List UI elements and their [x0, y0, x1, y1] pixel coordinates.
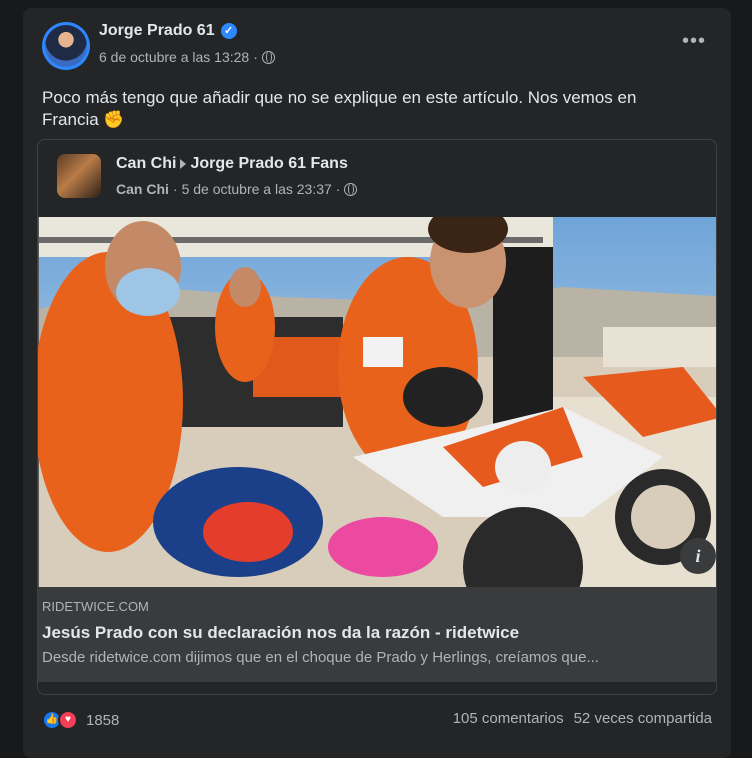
shared-meta: Can Chi · 5 de octubre a las 23:37 · [116, 181, 358, 197]
post-header: Jorge Prado 61 ✓ 6 de octubre a las 13:2… [42, 20, 712, 70]
post-text: Poco más tengo que añadir que no se expl… [42, 88, 637, 129]
shared-post[interactable]: Can Chi Jorge Prado 61 Fans Can Chi · 5 … [37, 139, 717, 695]
love-reaction-icon: ♥ [58, 710, 78, 730]
shares-count[interactable]: 52 veces compartida [574, 710, 712, 727]
shared-meta-author[interactable]: Can Chi [116, 181, 169, 197]
post-footer: 👍 ♥ 1858 105 comentarios 52 veces compar… [42, 708, 712, 736]
arrow-right-icon [180, 159, 187, 169]
author-name-row[interactable]: Jorge Prado 61 ✓ [99, 22, 237, 40]
feed-post: Jorge Prado 61 ✓ 6 de octubre a las 13:2… [23, 8, 731, 758]
post-meta: 6 de octubre a las 13:28 · [99, 49, 275, 65]
globe-icon [261, 50, 275, 64]
shared-title: Can Chi Jorge Prado 61 Fans [116, 155, 348, 173]
link-description: Desde ridetwice.com dijimos que en el ch… [42, 649, 599, 666]
shared-timestamp[interactable]: 5 de octubre a las 23:37 [182, 181, 332, 197]
link-preview-image[interactable]: i [38, 217, 716, 587]
shared-target-name[interactable]: Jorge Prado 61 Fans [190, 155, 347, 173]
reactions-summary[interactable]: 👍 ♥ 1858 [42, 710, 119, 730]
shared-header: Can Chi Jorge Prado 61 Fans Can Chi · 5 … [38, 140, 716, 216]
link-domain: RIDETWICE.COM [42, 599, 149, 614]
shared-author-avatar[interactable] [57, 154, 101, 198]
link-title[interactable]: Jesús Prado con su declaración nos da la… [42, 623, 519, 643]
verified-badge-icon: ✓ [220, 23, 237, 39]
link-preview-details[interactable]: RIDETWICE.COM Jesús Prado con su declara… [38, 587, 716, 682]
author-avatar[interactable] [42, 22, 90, 70]
author-name[interactable]: Jorge Prado 61 [99, 22, 215, 40]
info-icon[interactable]: i [680, 538, 716, 574]
motocross-photo [38, 217, 716, 587]
comments-count[interactable]: 105 comentarios [453, 710, 564, 727]
globe-icon [344, 182, 358, 196]
engagement-stats: 105 comentarios 52 veces compartida [453, 710, 712, 727]
reaction-count[interactable]: 1858 [86, 712, 119, 729]
post-timestamp[interactable]: 6 de octubre a las 13:28 [99, 49, 249, 65]
shared-author-name[interactable]: Can Chi [116, 155, 176, 173]
more-options-button[interactable]: ••• [676, 30, 712, 58]
